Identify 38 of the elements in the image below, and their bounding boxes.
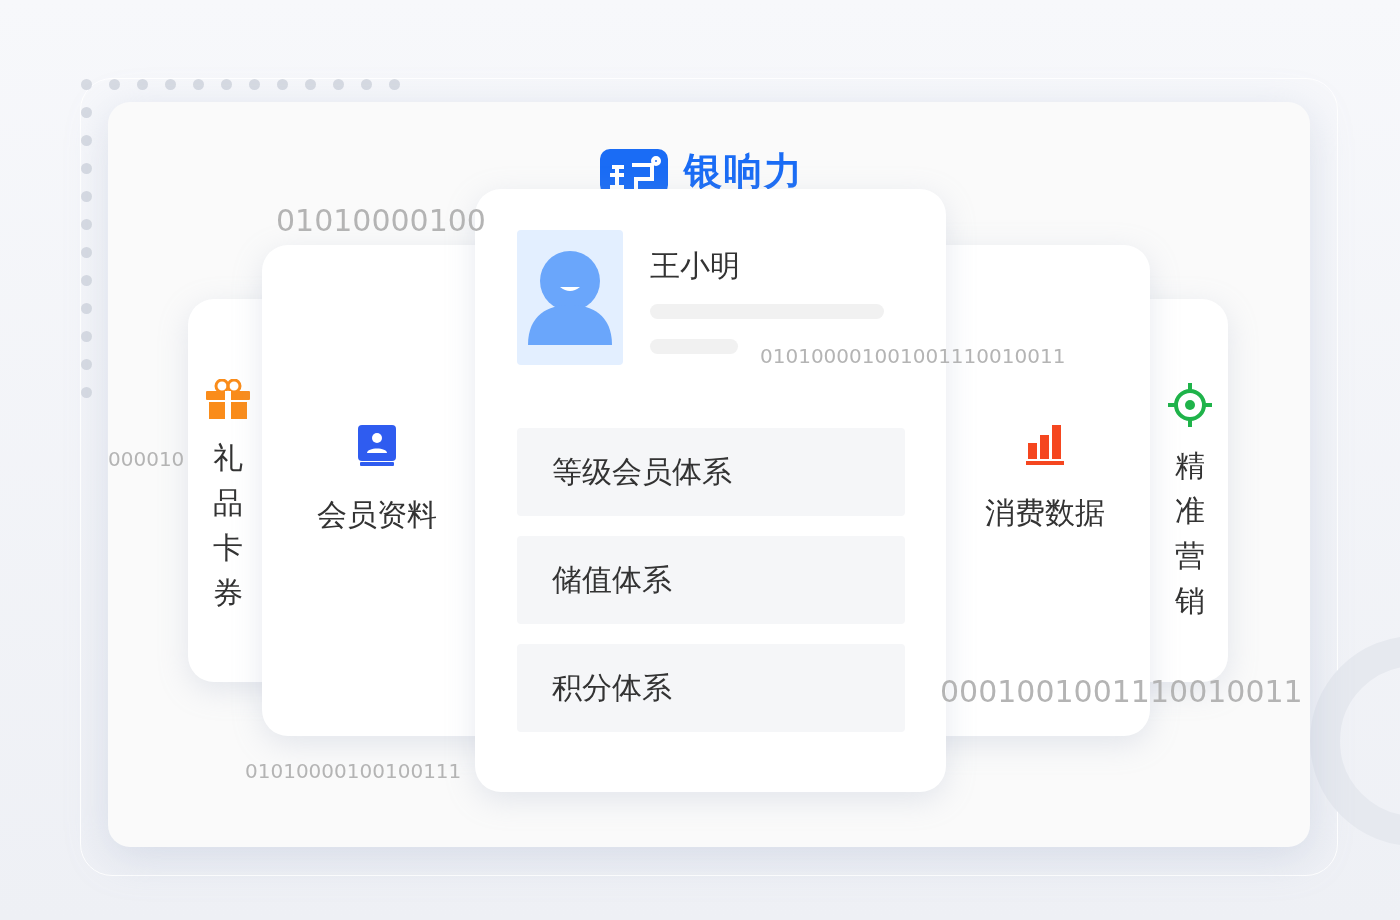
dot-decoration	[305, 79, 316, 90]
dot-decoration	[81, 331, 92, 342]
dot-decoration	[333, 79, 344, 90]
dot-decoration	[81, 79, 92, 90]
dot-decoration	[81, 219, 92, 230]
dot-decoration	[165, 79, 176, 90]
person-silhouette-icon	[528, 250, 612, 345]
dot-decoration	[361, 79, 372, 90]
dot-decoration	[193, 79, 204, 90]
binary-text: 01010000100	[276, 203, 486, 238]
dot-decoration	[221, 79, 232, 90]
dot-decoration	[81, 107, 92, 118]
card-label: 会员资料	[317, 496, 437, 534]
card-label: 礼品卡券	[213, 439, 243, 612]
binary-text: 01010000100100111	[245, 759, 462, 783]
dot-decoration	[81, 275, 92, 286]
dot-decoration	[81, 387, 92, 398]
dot-decoration	[137, 79, 148, 90]
feature-item: 储值体系	[517, 536, 905, 624]
feature-item: 积分体系	[517, 644, 905, 732]
card-label: 精准营销	[1175, 447, 1205, 620]
dot-decoration	[249, 79, 260, 90]
dot-decoration	[81, 359, 92, 370]
user-name: 王小明	[650, 247, 740, 285]
dot-decoration	[81, 135, 92, 146]
binary-text: 010100001001001110010011	[760, 344, 1066, 368]
dot-decoration	[81, 191, 92, 202]
dot-decoration	[81, 303, 92, 314]
binary-text: 0001001001110010011	[940, 674, 1303, 709]
dot-decoration	[81, 247, 92, 258]
dot-decoration	[389, 79, 400, 90]
dot-decoration	[109, 79, 120, 90]
card-label: 消费数据	[985, 494, 1105, 532]
feature-item: 等级会员体系	[517, 428, 905, 516]
brand-name: 银响力	[684, 148, 804, 195]
binary-text: 000010	[108, 447, 185, 471]
dot-decoration	[277, 79, 288, 90]
dot-decoration	[81, 163, 92, 174]
